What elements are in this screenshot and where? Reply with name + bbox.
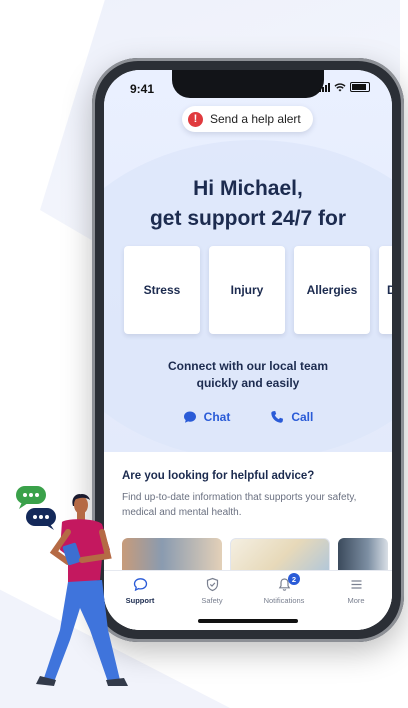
tab-safety-label: Safety: [201, 596, 223, 605]
card-injury[interactable]: Injury: [209, 246, 285, 334]
call-label: Call: [291, 410, 314, 424]
person-with-phone-illustration: [16, 486, 128, 686]
chat-bubble-icon: [183, 411, 196, 423]
advice-description: Find up-to-date information that support…: [122, 492, 357, 518]
connect-text: Connect with our local team quickly and …: [104, 358, 392, 392]
tab-more-label: More: [347, 596, 365, 605]
advice-title: Are you looking for helpful advice?: [122, 470, 315, 482]
signal-icon: [319, 82, 330, 92]
exclamation-icon: !: [188, 111, 203, 127]
chat-label: Chat: [203, 410, 231, 424]
call-button[interactable]: Call: [270, 410, 313, 424]
status-icons: [319, 82, 370, 92]
card-partial[interactable]: D: [379, 246, 392, 334]
help-alert-label: Send a help alert: [210, 112, 301, 126]
phone-notch: [172, 70, 324, 98]
greeting-line-1: Hi Michael,: [193, 177, 303, 200]
connect-line-1: Connect with our local team: [167, 359, 329, 373]
card-stress[interactable]: Stress: [124, 246, 200, 334]
phone-icon: [271, 411, 284, 423]
shield-icon: [206, 577, 218, 592]
greeting-heading: Hi Michael, get support 24/7 for: [104, 174, 392, 234]
support-topic-cards: Stress Injury Allergies D: [124, 246, 392, 334]
wifi-icon: [334, 82, 346, 91]
menu-icon: [351, 580, 361, 589]
chat-button[interactable]: Chat: [183, 410, 231, 424]
notification-count-badge: 2: [288, 573, 300, 585]
status-time: 9:41: [130, 82, 155, 96]
greeting-line-2: get support 24/7 for: [149, 207, 347, 230]
tab-notifications-label: Notifications: [263, 596, 305, 605]
chat-bubbles-illustration: [16, 486, 56, 530]
battery-icon: [350, 82, 370, 92]
card-allergies[interactable]: Allergies: [294, 246, 370, 334]
send-help-alert-button[interactable]: ! Send a help alert: [182, 106, 313, 132]
contact-actions: Chat Call: [104, 410, 392, 424]
tab-more[interactable]: More: [320, 571, 392, 630]
home-indicator: [198, 619, 298, 623]
connect-line-2: quickly and easily: [196, 376, 300, 390]
